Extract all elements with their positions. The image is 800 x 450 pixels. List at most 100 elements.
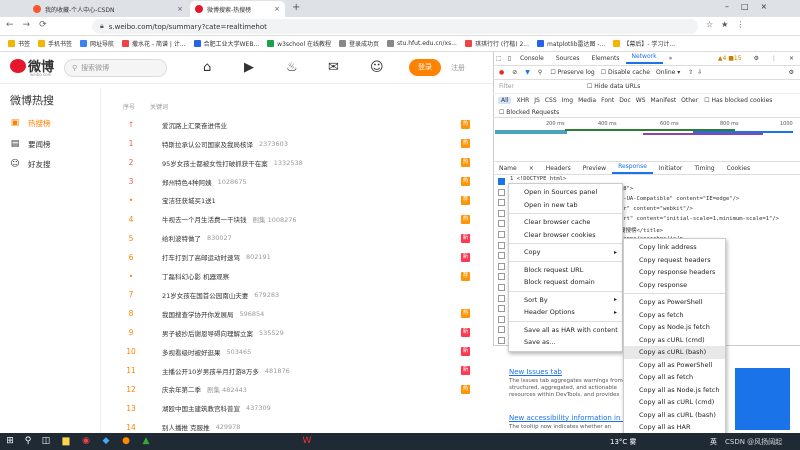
extension-icons[interactable]: ☆★⋮ [706,20,752,29]
row-title[interactable]: 湖殴中国主建筑教宫科普宣 [162,403,240,413]
app-icon[interactable]: ▲ [140,435,152,448]
menu-item[interactable]: Copy ▸ [509,246,622,259]
file-explorer-icon[interactable]: ▆ [60,435,72,448]
request-row-checkbox[interactable] [498,284,505,291]
hot-list-row[interactable]: • 宝洁狂获城买1送1 荐 [100,191,493,210]
hot-list-row[interactable]: 5 给利波特做了 830027 新 [100,229,493,248]
issue-badges[interactable]: ▲4 ■15 [712,55,748,62]
close-detail-icon[interactable]: × [523,165,540,172]
wps-icon[interactable]: W [300,435,314,448]
bookmark-item[interactable]: 【幕后】- 学习计... [613,39,675,48]
type-other[interactable]: Other [681,97,698,104]
bookmark-item[interactable]: 琪琪行行 (行楷) 2... [464,39,529,48]
nav-buttons[interactable]: ←→⟳ [6,20,56,30]
menu-item[interactable]: Save all as HAR with content [509,324,622,337]
sidebar-item-friends[interactable]: ☺ 好友搜 [10,155,50,173]
request-row-checkbox[interactable] [498,305,505,313]
request-row-checkbox[interactable] [498,273,505,281]
search-icon[interactable]: ⚲ [538,69,542,76]
menu-item[interactable]: Block request URL [509,264,622,277]
weather-widget[interactable]: 13°C 雾 [610,436,637,449]
window-controls[interactable]: –□× [725,2,779,11]
request-row-checkbox[interactable] [498,188,505,196]
record-icon[interactable]: ● [499,69,504,76]
row-title[interactable]: 特斯拉承认公司国家及我局核译 [162,139,253,149]
row-title[interactable]: 21岁女孩在国首公园南山夫妻 [162,290,248,300]
menu-item[interactable]: Clear browser cache [509,216,622,229]
request-row-checkbox[interactable] [498,252,505,260]
tab-console[interactable]: Console [514,55,550,62]
hot-list-row[interactable]: 2 95岁女孩士都被女性打破抓获干在案 1332538 热 [100,153,493,172]
close-tab-icon[interactable]: × [274,5,280,13]
video-icon[interactable]: ▶ [244,60,254,75]
app-icon[interactable]: ◆ [100,435,112,448]
row-title[interactable]: 95岁女孩士都被女性打破抓获干在案 [162,158,268,168]
menu-item[interactable]: Copy as cURL (cmd) [624,334,725,347]
windows-start-icon[interactable]: ⊞ [4,435,16,448]
row-title[interactable]: 多视看级时被好逛果 [162,347,221,357]
bookmark-item[interactable]: 书签 [8,39,30,48]
input-lang[interactable]: 英 [710,436,717,449]
close-icon[interactable]: × [783,55,800,62]
row-title[interactable]: 郑州特色4种阿姨 [162,177,212,187]
tab-initiator[interactable]: Initiator [653,165,688,172]
row-title[interactable]: 我国搜查学协开你发展局 [162,309,234,319]
menu-item[interactable]: Copy as fetch [624,309,725,322]
message-icon[interactable]: ✉ [328,60,339,75]
bookmark-item[interactable]: 登录成功页 [339,39,379,48]
news-title[interactable]: New accessibility information in the [509,414,634,422]
hot-list-row[interactable]: 8 我国搜查学协开你发展局 596854 热 [100,305,493,324]
more-icon[interactable]: ⋮ [765,55,783,62]
sidebar-item-hot[interactable]: ▣ 热搜榜 [10,114,51,132]
menu-item[interactable]: Copy all as HAR [624,421,725,434]
bookmark-item[interactable]: 撒水花 - 简谱 | 计... [122,39,186,48]
search-icon[interactable]: ⚲ [22,435,34,448]
row-title[interactable]: 宝洁狂获城买1送1 [162,195,216,205]
filter-input[interactable]: Filter [499,83,579,90]
menu-item[interactable]: Copy request headers [624,254,725,267]
request-row-checkbox[interactable] [498,326,505,334]
tab-cookies[interactable]: Cookies [721,165,757,172]
filter-icon[interactable]: ▼ [525,69,530,76]
type-media[interactable]: Media [578,97,596,104]
tab-network[interactable]: Network [625,53,663,64]
request-row-checkbox[interactable] [498,178,505,185]
menu-item[interactable]: Open in Sources panel [509,186,622,199]
row-title[interactable]: 爱沉路上汇聚奋进伟业 [162,120,227,130]
row-title[interactable]: 牛视去一个月生活费一干块钱 [162,214,247,224]
tab-preview[interactable]: Preview [577,165,612,172]
type-css[interactable]: CSS [545,97,557,104]
bookmark-item[interactable]: w3school 在线教程 [267,39,331,48]
weibo-search-input[interactable]: ⚲ 搜索微博 [64,59,167,77]
register-link[interactable]: 注册 [451,63,465,73]
tab-weibo[interactable]: 微博搜索-热搜榜 × [190,1,285,17]
hide-data-urls-checkbox[interactable]: ☐ Hide data URLs [587,83,640,90]
menu-item[interactable]: Copy as PowerShell [624,296,725,309]
close-tab-icon[interactable]: × [177,5,183,13]
type-js[interactable]: JS [534,97,540,104]
download-icon[interactable]: ⇩ [697,69,702,76]
clear-icon[interactable]: ⊘ [512,69,517,76]
hot-list-row[interactable]: ↑ 爱沉路上汇聚奋进伟业 热 [100,116,493,135]
settings-icon[interactable]: ⚙ [748,55,765,62]
request-row-checkbox[interactable] [498,262,505,270]
hot-list-row[interactable]: 11 主播公开10岁男孩半月打游8万多 481876 新 [100,361,493,380]
bookmark-item[interactable]: matplotlib雷达图 -... [537,39,605,48]
menu-item[interactable]: Copy all as fetch [624,371,725,384]
app-icon[interactable]: ◉ [80,435,92,448]
hot-list-row[interactable]: 10 多视看级时被好逛果 503465 新 [100,342,493,361]
new-tab-icon[interactable]: + [292,2,300,13]
menu-item[interactable]: Save as... [509,336,622,349]
sidebar-item-news[interactable]: ▤ 要闻榜 [10,135,51,153]
row-title[interactable]: 庆余年第二季 [162,384,201,394]
request-row-checkbox[interactable] [498,199,505,207]
menu-item[interactable]: Copy all as Node.js fetch [624,384,725,397]
type-img[interactable]: Img [562,97,573,104]
upload-icon[interactable]: ⇧ [688,69,693,76]
hot-list-row[interactable]: • 丁磊科幻心影 机器观察 荐 [100,267,493,286]
settings-icon[interactable]: ⚙ [789,69,794,76]
menu-item[interactable]: Block request domain [509,276,622,289]
task-view-icon[interactable]: ◫ [40,435,52,448]
menu-item[interactable]: Sort By ▸ [509,294,622,307]
hot-list-row[interactable]: 6 打车打到了高邮运动时速驾 802191 新 [100,248,493,267]
